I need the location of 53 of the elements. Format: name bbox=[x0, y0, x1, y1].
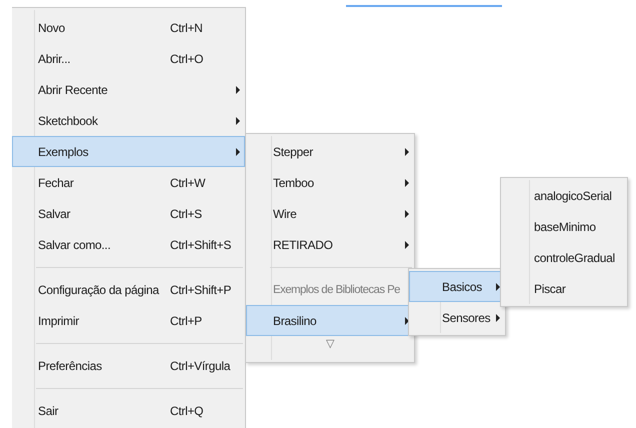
shortcut-label: Ctrl+N bbox=[170, 20, 203, 34]
menu-item-label: Configuração da página bbox=[38, 282, 160, 296]
menu-item[interactable]: Abrir... Ctrl+O bbox=[12, 43, 245, 74]
menu-item[interactable]: Imprimir Ctrl+P bbox=[12, 305, 245, 336]
menu-item-label: Piscar bbox=[534, 282, 567, 296]
menu-item-label: Brasilino bbox=[273, 314, 318, 328]
menu-item-label: Stepper bbox=[273, 144, 314, 158]
shortcut-label: Ctrl+Vírgula bbox=[170, 358, 230, 372]
menu-item-label: Exemplos bbox=[38, 144, 90, 158]
shortcut-label: Ctrl+Shift+P bbox=[170, 282, 232, 296]
menu-item-label: Abrir... bbox=[38, 52, 72, 66]
menu-item[interactable]: Sketchbook bbox=[12, 105, 245, 136]
menu-item[interactable]: baseMinimo bbox=[501, 211, 627, 242]
menu-item[interactable]: Configuração da página Ctrl+Shift+P bbox=[12, 274, 245, 305]
menu-item-label: Abrir Recente bbox=[38, 82, 108, 96]
menu-item-label: Imprimir bbox=[38, 314, 80, 328]
shortcut-label: Ctrl+Q bbox=[170, 404, 204, 418]
menu-item-label: controleGradual bbox=[534, 250, 616, 264]
menu-item-label: Sketchbook bbox=[38, 114, 99, 128]
shortcut-label: Ctrl+P bbox=[170, 314, 202, 328]
menu-item[interactable]: controleGradual bbox=[501, 242, 627, 273]
menu-item[interactable]: Novo Ctrl+N bbox=[12, 12, 245, 43]
shortcut-label: Ctrl+W bbox=[170, 176, 206, 190]
menu-item[interactable]: RETIRADO bbox=[246, 229, 414, 260]
menu-item[interactable]: Abrir Recente bbox=[12, 74, 245, 105]
menu-item[interactable]: Fechar Ctrl+W bbox=[12, 167, 245, 198]
menu-item-label: analogicoSerial bbox=[534, 188, 613, 202]
menu-item[interactable]: analogicoSerial bbox=[501, 180, 627, 211]
menu-item[interactable]: Salvar como... Ctrl+Shift+S bbox=[12, 229, 245, 260]
menu-item[interactable]: Temboo bbox=[246, 167, 414, 198]
menu-item-label: Preferências bbox=[38, 358, 103, 372]
menu-item-label: Temboo bbox=[273, 176, 315, 190]
menu-item-label: Sair bbox=[38, 404, 60, 418]
shortcut-label: Ctrl+Shift+S bbox=[170, 238, 232, 252]
scroll-down-arrow[interactable]: ▽ bbox=[326, 336, 334, 356]
menu-item-label: baseMinimo bbox=[534, 220, 597, 234]
menu-item[interactable]: Wire bbox=[246, 198, 414, 229]
menu-item[interactable]: Exemplos bbox=[12, 136, 245, 167]
menu-item-label: Basicos bbox=[442, 280, 483, 294]
menu-item-label: Sensores bbox=[442, 310, 492, 324]
menu-item-label: RETIRADO bbox=[273, 238, 334, 252]
shortcut-label: Ctrl+O bbox=[170, 52, 204, 66]
menu-item[interactable]: Preferências Ctrl+Vírgula bbox=[12, 350, 245, 381]
menu-item-label: Wire bbox=[273, 206, 298, 220]
menu-item[interactable]: Salvar Ctrl+S bbox=[12, 198, 245, 229]
menu-item[interactable]: Sair Ctrl+Q bbox=[12, 395, 245, 426]
menu-item[interactable]: Stepper bbox=[246, 136, 414, 167]
menu-item-label: Novo bbox=[38, 20, 66, 34]
menu-item-label: Fechar bbox=[38, 176, 75, 190]
menu-item-label: Salvar bbox=[38, 206, 72, 220]
shortcut-label: Ctrl+S bbox=[170, 206, 202, 220]
menu-item-label: Salvar como... bbox=[38, 238, 112, 252]
menu-item-label: Exemplos de Bibliotecas Pe bbox=[273, 284, 401, 296]
